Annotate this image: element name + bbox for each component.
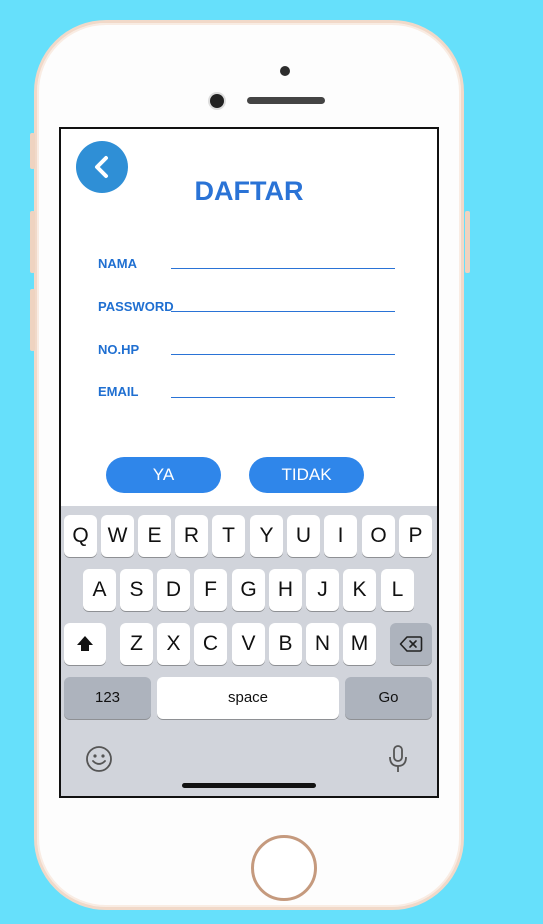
key[interactable]: O xyxy=(362,515,395,557)
email-label: EMAIL xyxy=(98,384,139,399)
numbers-key[interactable]: 123 xyxy=(64,677,151,719)
email-field[interactable] xyxy=(171,397,395,398)
home-indicator xyxy=(182,783,316,788)
key[interactable]: R xyxy=(175,515,208,557)
delete-key[interactable] xyxy=(390,623,432,665)
phone-field[interactable] xyxy=(171,354,395,355)
key[interactable]: T xyxy=(212,515,245,557)
page-title: DAFTAR xyxy=(194,176,304,206)
silent-switch xyxy=(30,133,35,169)
home-button[interactable] xyxy=(251,835,317,901)
microphone-icon[interactable] xyxy=(387,744,409,774)
proximity-sensor xyxy=(280,66,290,76)
key[interactable]: G xyxy=(232,569,265,611)
earpiece-speaker xyxy=(247,97,325,104)
key[interactable]: I xyxy=(324,515,357,557)
volume-down-button xyxy=(30,289,35,351)
shift-key[interactable] xyxy=(64,623,106,665)
key[interactable]: K xyxy=(343,569,376,611)
keyboard: Q W E R T Y U I O P A S D F G H J K L Z … xyxy=(61,506,437,796)
password-label: PASSWORD xyxy=(98,299,174,314)
go-key[interactable]: Go xyxy=(345,677,432,719)
shift-icon xyxy=(77,636,93,652)
no-button[interactable]: TIDAK xyxy=(249,457,364,493)
app-screen: DAFTAR NAMA PASSWORD NO.HP EMAIL YA TIDA… xyxy=(59,127,439,798)
password-field[interactable] xyxy=(171,311,395,312)
key[interactable]: E xyxy=(138,515,171,557)
key[interactable]: H xyxy=(269,569,302,611)
emoji-icon[interactable] xyxy=(85,745,113,773)
key[interactable]: U xyxy=(287,515,320,557)
front-camera xyxy=(210,94,224,108)
key[interactable]: W xyxy=(101,515,134,557)
key[interactable]: F xyxy=(194,569,227,611)
key[interactable]: X xyxy=(157,623,190,665)
key[interactable]: D xyxy=(157,569,190,611)
key[interactable]: Y xyxy=(250,515,283,557)
key[interactable]: C xyxy=(194,623,227,665)
key[interactable]: Z xyxy=(120,623,153,665)
key[interactable]: V xyxy=(232,623,265,665)
key[interactable]: Q xyxy=(64,515,97,557)
name-field[interactable] xyxy=(171,268,395,269)
power-button xyxy=(465,211,470,273)
key[interactable]: M xyxy=(343,623,376,665)
name-label: NAMA xyxy=(98,256,137,271)
yes-button[interactable]: YA xyxy=(106,457,221,493)
key[interactable]: A xyxy=(83,569,116,611)
key[interactable]: N xyxy=(306,623,339,665)
key[interactable]: J xyxy=(306,569,339,611)
key[interactable]: B xyxy=(269,623,302,665)
key[interactable]: S xyxy=(120,569,153,611)
key[interactable]: P xyxy=(399,515,432,557)
backspace-icon xyxy=(399,636,423,653)
space-key[interactable]: space xyxy=(157,677,339,719)
key[interactable]: L xyxy=(381,569,414,611)
phone-label: NO.HP xyxy=(98,342,140,357)
volume-up-button xyxy=(30,211,35,273)
